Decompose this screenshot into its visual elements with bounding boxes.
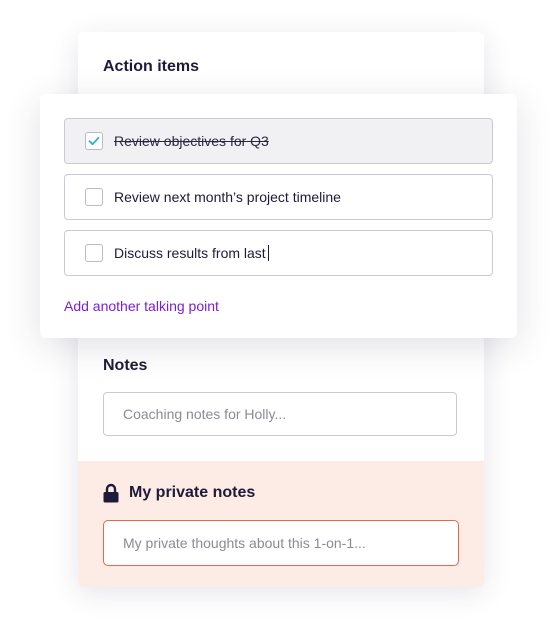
checkmark-icon — [88, 136, 100, 146]
action-item-label: Review next month’s project timeline — [114, 189, 341, 205]
checkbox[interactable] — [85, 244, 103, 262]
text-cursor — [267, 245, 269, 261]
action-items-heading: Action items — [103, 58, 200, 75]
action-item-editing[interactable]: Discuss results from last — [64, 230, 493, 276]
action-items-card: Review objectives for Q3 Review next mon… — [40, 94, 517, 338]
lock-icon — [103, 483, 119, 503]
checkbox-checked[interactable] — [85, 132, 103, 150]
action-item[interactable]: Review next month’s project timeline — [64, 174, 493, 220]
notes-heading: Notes — [103, 357, 148, 374]
add-talking-point-link[interactable]: Add another talking point — [64, 298, 219, 314]
action-item[interactable]: Review objectives for Q3 — [64, 118, 493, 164]
private-notes-section: My private notes — [78, 461, 484, 587]
private-notes-heading: My private notes — [103, 483, 255, 503]
private-notes-heading-label: My private notes — [129, 484, 256, 501]
notes-input[interactable] — [103, 392, 457, 436]
action-item-label[interactable]: Discuss results from last — [114, 245, 266, 261]
action-item-label: Review objectives for Q3 — [114, 133, 269, 149]
checkbox[interactable] — [85, 188, 103, 206]
private-notes-input[interactable] — [103, 520, 459, 566]
